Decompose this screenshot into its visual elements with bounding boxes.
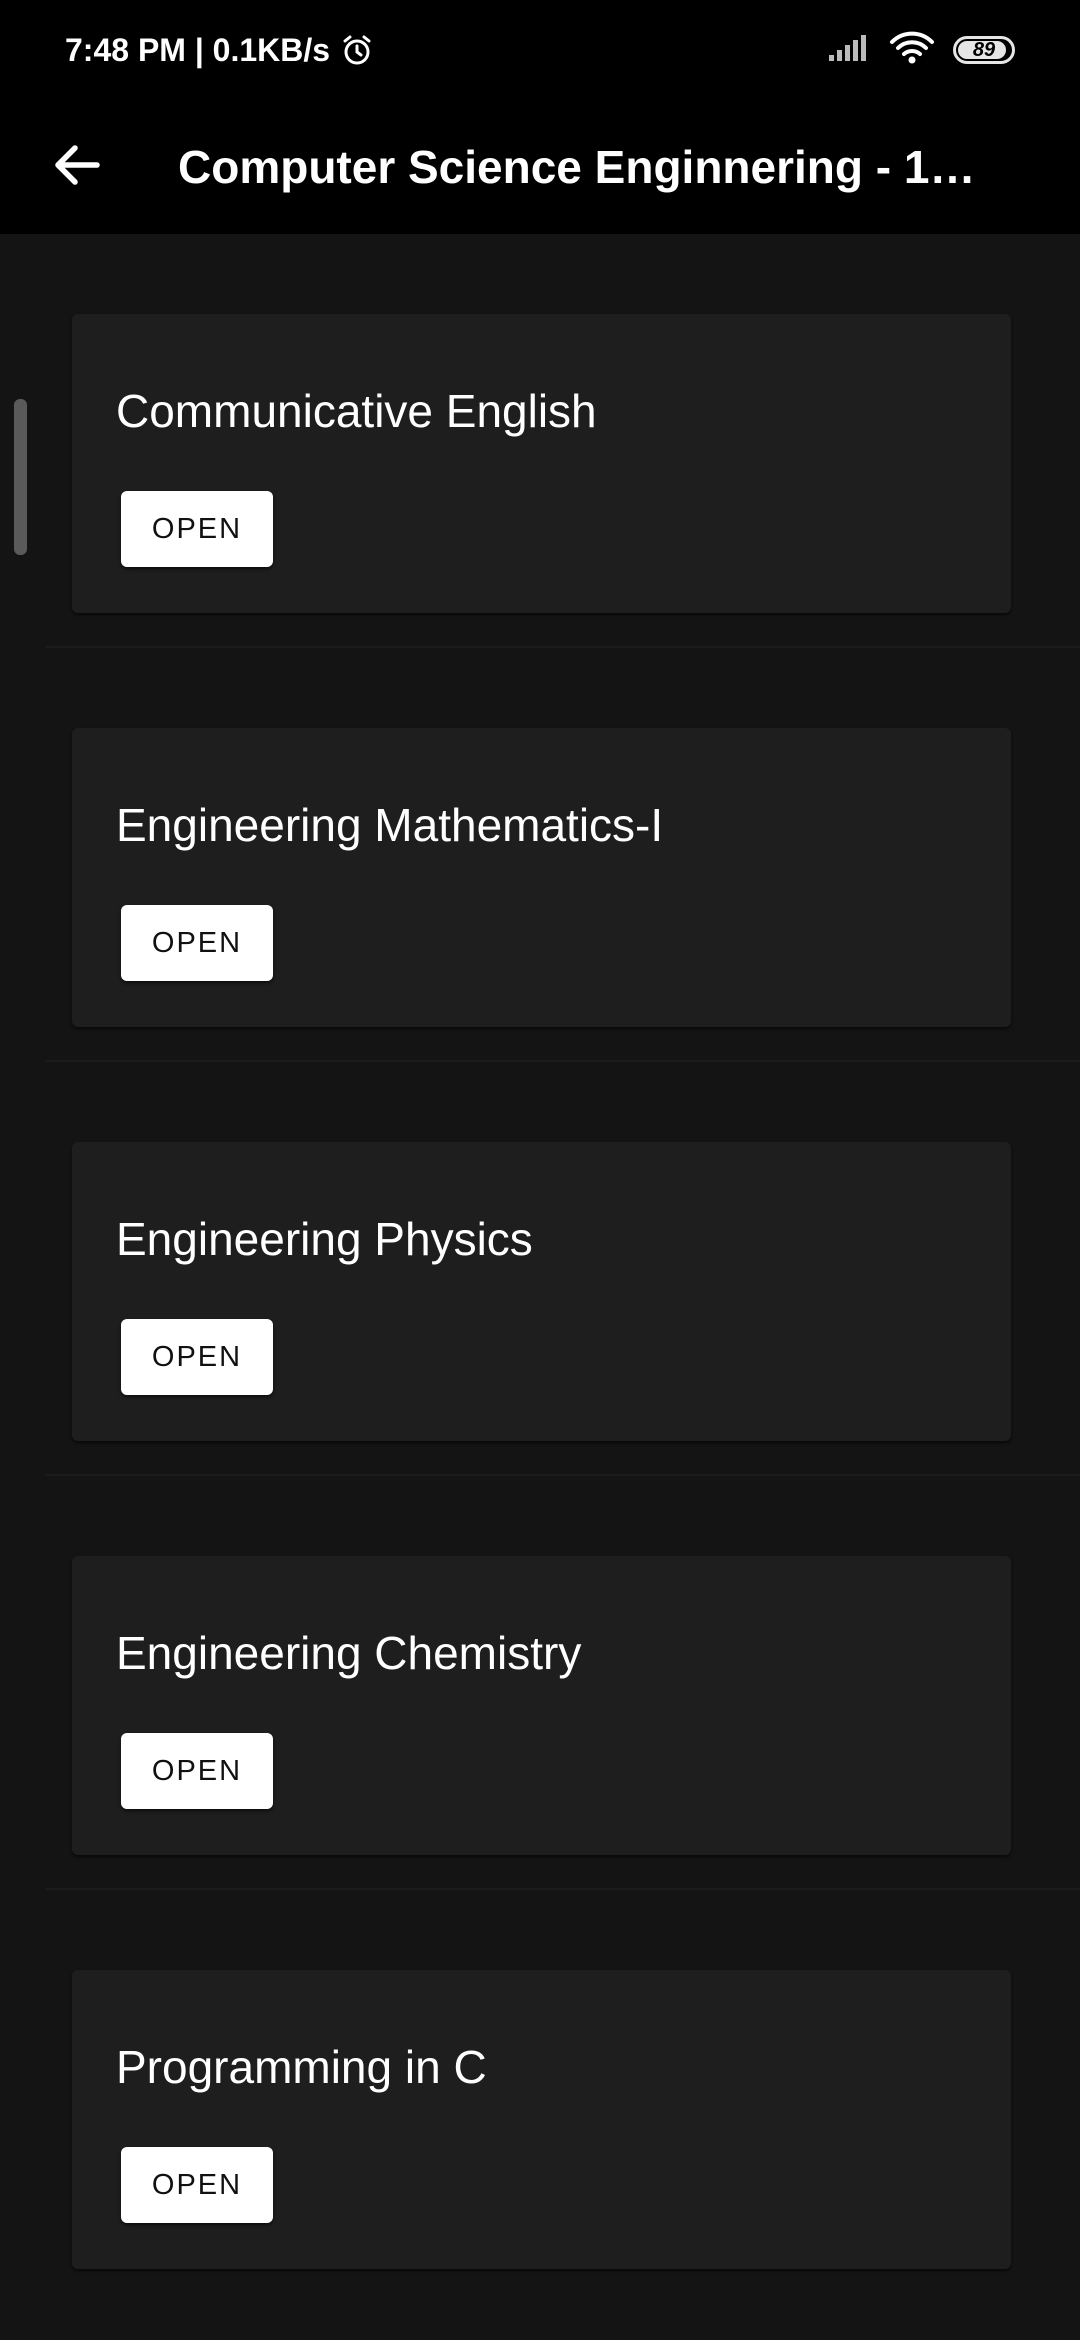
open-button[interactable]: OPEN xyxy=(121,491,273,567)
list-item: Engineering Chemistry OPEN xyxy=(0,1476,1080,1890)
status-right: 89 xyxy=(827,31,1015,70)
arrow-left-icon xyxy=(51,139,103,196)
subject-card: Engineering Physics OPEN xyxy=(72,1142,1011,1441)
page-title: Computer Science Enginnering - 1st Semes… xyxy=(178,141,998,193)
subject-card: Communicative English OPEN xyxy=(72,314,1011,613)
list-item: Programming in C OPEN xyxy=(0,1890,1080,2304)
subject-list[interactable]: Communicative English OPEN Engineering M… xyxy=(0,234,1080,2340)
list-item: Engineering Physics OPEN xyxy=(0,1062,1080,1476)
list-item: Communicative English OPEN xyxy=(0,234,1080,648)
subject-card: Engineering Chemistry OPEN xyxy=(72,1556,1011,1855)
list-item: Engineering Mathematics-I OPEN xyxy=(0,648,1080,1062)
open-button[interactable]: OPEN xyxy=(121,2147,273,2223)
status-bar: 7:48 PM | 0.1KB/s 89 xyxy=(0,0,1080,100)
battery-icon: 89 xyxy=(953,36,1015,64)
wifi-icon xyxy=(889,31,935,70)
cell-signal-icon xyxy=(827,33,871,68)
subject-title: Programming in C xyxy=(116,2041,487,2093)
app-bar: Computer Science Enginnering - 1st Semes… xyxy=(0,100,1080,234)
subject-card: Engineering Mathematics-I OPEN xyxy=(72,728,1011,1027)
subject-title: Engineering Mathematics-I xyxy=(116,799,664,851)
open-button[interactable]: OPEN xyxy=(121,905,273,981)
open-button[interactable]: OPEN xyxy=(121,1733,273,1809)
back-button[interactable] xyxy=(37,127,117,207)
subject-title: Engineering Physics xyxy=(116,1213,533,1265)
status-left: 7:48 PM | 0.1KB/s xyxy=(65,32,374,69)
subject-card: Programming in C OPEN xyxy=(72,1970,1011,2269)
subject-title: Engineering Chemistry xyxy=(116,1627,582,1679)
subject-title: Communicative English xyxy=(116,385,597,437)
open-button[interactable]: OPEN xyxy=(121,1319,273,1395)
battery-level: 89 xyxy=(972,38,996,61)
status-time: 7:48 PM | 0.1KB/s xyxy=(65,31,331,68)
alarm-clock-icon xyxy=(340,33,374,67)
